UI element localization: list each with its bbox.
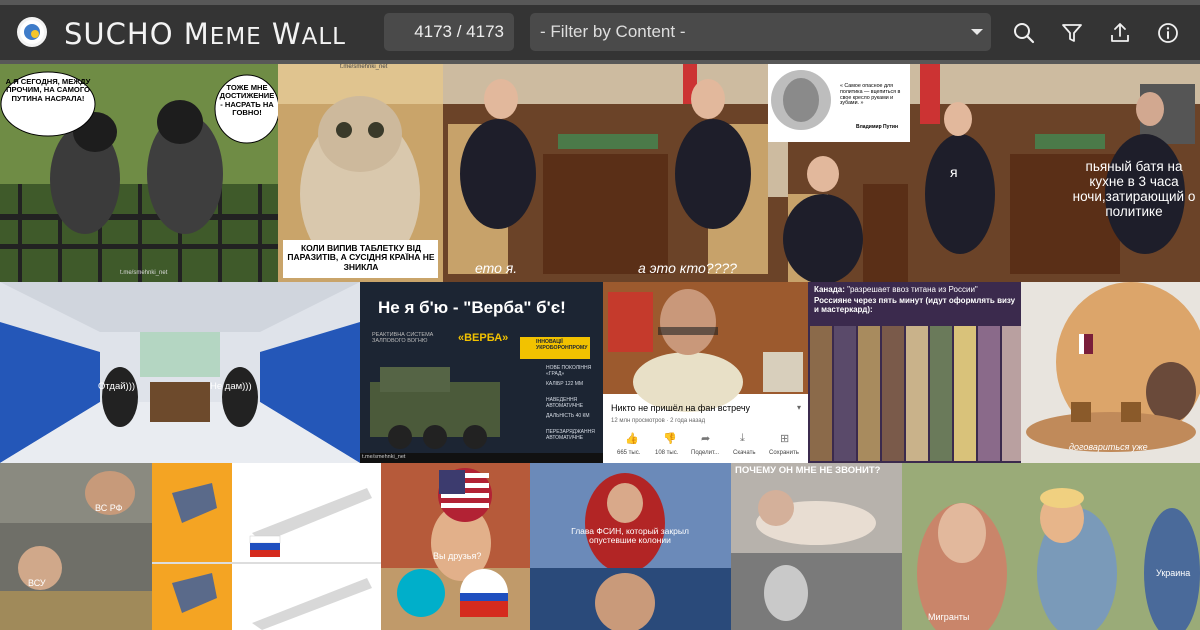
chevron-down-icon [971,29,983,35]
verba-title: Не я б'ю - "Верба" б'є! [378,298,566,317]
thumbs-down-icon: 👎 [663,433,677,445]
title-word-sucho: SUCHO [64,17,174,51]
meme-flash[interactable]: Глава ФСИН, который закрыл опустевшие ко… [530,463,731,630]
train-watermark: t.me/smehnki_net [362,454,406,460]
verba-sub: РЕАКТИВНА СИСТЕМА ЗАЛПОВОГО ВОГНЮ [372,332,434,345]
cat-watermark: t.me/smehnki_net [340,64,388,70]
youtube-expand-icon: ▾ [797,403,802,412]
meme-gallery: А Я СЕГОДНЯ, МЕЖДУ ПРОЧИМ, НА САМОГО ПУТ… [0,64,1200,630]
youtube-share: Поделит... [691,450,720,456]
youtube-likes: 665 тыс. [617,450,641,456]
meme-anime[interactable]: Канада: "разрешает ввоз титана из России… [808,282,1021,463]
title-letter-m: M [183,17,210,51]
youtube-dislikes: 108 тыс. [655,450,679,456]
verba-badge: ІННОВАЦІЇ УКРОБОРОНПРОМУ [536,339,588,351]
meme-drone-drake[interactable] [152,463,381,630]
filter-placeholder: - Filter by Content - [540,22,686,41]
cars-bottom-caption: ВСУ [28,578,46,588]
flash-caption: Глава ФСИН, который закрыл опустевшие ко… [571,526,689,546]
sucho-logo [17,17,47,47]
anime-caption: Канада: "разрешает ввоз титана из России… [814,285,1019,295]
verba-name: «ВЕРБА» [458,332,509,344]
train-right-caption: Не дам))) [210,381,252,392]
content-filter-select[interactable]: - Filter by Content - [530,13,991,51]
youtube-save: Сохранить [769,450,799,456]
meme-train[interactable]: Отдай))) Не дам))) [0,282,360,463]
meme-quote-and-chair[interactable]: « Самое опасное для политика — вцепиться… [768,64,910,282]
meme-distracted[interactable]: Мигранты Украина [902,463,1200,630]
title-rest-eme: EME [209,24,262,50]
meeting-right-caption: а это кто???? [638,260,737,276]
cat-caption: КОЛИ ВИПИВ ТАБЛЕТКУ ВІД ПАРАЗИТІВ, А СУС… [287,243,435,272]
meme-cat[interactable]: t.me/smehnki_net КОЛИ ВИПИВ ТАБЛЕТКУ ВІД… [278,64,443,282]
anime-russians: Россияне через пять минут (идут оформлят… [814,296,1016,314]
cars-top-caption: ВС РФ [95,503,123,513]
youtube-meta: 12 млн просмотров · 2 года назад [611,418,706,424]
drunk-left-caption: я [950,164,958,180]
meme-verba[interactable]: Не я б'ю - "Верба" б'є! РЕАКТИВНА СИСТЕМ… [360,282,603,463]
verba-spec-1: КАЛІБР 122 ММ [546,381,584,387]
verba-spec-3: ДАЛЬНІСТЬ 40 КМ [546,413,590,419]
app-title: SUCHO MEME WALL [64,15,346,56]
youtube-title: Никто не пришёл на фан встречу [611,403,751,413]
meme-friends[interactable]: Вы друзья? [381,463,530,630]
save-icon: ⊞ [780,433,790,445]
logo-sun-icon [31,30,39,38]
meme-dog[interactable]: договариться уже [1021,282,1200,463]
info-icon[interactable] [1156,21,1180,45]
distracted-left-caption: Мигранты [928,612,970,622]
drunk-right-caption: пьяный батя на кухне в 3 часа ночи,затир… [1072,159,1196,219]
crow-left-bubble: А Я СЕГОДНЯ, МЕЖДУ ПРОЧИМ, НА САМОГО ПУТ… [5,77,91,103]
anime-canada-text: "разрешает ввоз титана из России" [847,285,978,294]
filter-icon[interactable] [1060,21,1084,45]
meme-crows[interactable]: А Я СЕГОДНЯ, МЕЖДУ ПРОЧИМ, НА САМОГО ПУТ… [0,64,278,282]
meme-counter[interactable]: 4173 / 4173 [384,13,514,51]
dog-caption: договариться уже [1069,442,1148,452]
verba-spec-2: НАВЕДЕННЯ АВТОМАТИЧНЕ [546,397,584,409]
app-header: SUCHO MEME WALL 4173 / 4173 - Filter by … [0,0,1200,60]
crow-right-bubble: ТОЖЕ МНЕ ДОСТИЖЕНИЕ - НАСРАТЬ НА ГОВНО! [219,83,275,118]
thumbs-up-icon: 👍 [625,433,639,445]
meme-youtube[interactable]: Никто не пришёл на фан встречу ▾ 12 млн … [603,282,808,463]
verba-spec-0: НОВЕ ПОКОЛІННЯ «ГРАД» [546,365,592,377]
meme-cars[interactable]: ВС РФ ВСУ [0,463,152,630]
meme-drunk-dad[interactable]: я пьяный батя на кухне в 3 часа ночи,зат… [910,64,1200,282]
train-left-caption: Отдай))) [98,381,136,392]
logo-globe-icon [24,24,40,40]
anime-canada-label: Канада: [814,285,845,294]
friends-caption: Вы друзья? [433,551,482,561]
youtube-download: Скачать [733,450,756,456]
distracted-right-caption: Украина [1156,568,1191,578]
verba-spec-4: ПЕРЕЗАРЯДЖАННЯ АВТОМАТИЧНЕ [546,429,595,441]
meme-meeting[interactable]: ето я. а это кто???? [443,64,768,282]
share-icon[interactable] [1108,21,1132,45]
meme-call[interactable]: ПОЧЕМУ ОН МНЕ НЕ ЗВОНИТ? [731,463,902,630]
title-rest-all: ALL [301,24,346,50]
meeting-left-caption: ето я. [475,260,518,276]
title-letter-w: W [271,17,302,51]
quote-text: « Самое опасное для политика — вцепиться… [840,83,901,107]
download-icon: ⤓ [740,432,745,444]
quote-author: Владимир Путин [856,124,899,130]
crows-watermark: t.me/smehnki_net [120,270,168,276]
call-caption: ПОЧЕМУ ОН МНЕ НЕ ЗВОНИТ? [735,465,881,476]
search-icon[interactable] [1012,21,1036,45]
share-arrow-icon: ➦ [701,433,711,445]
